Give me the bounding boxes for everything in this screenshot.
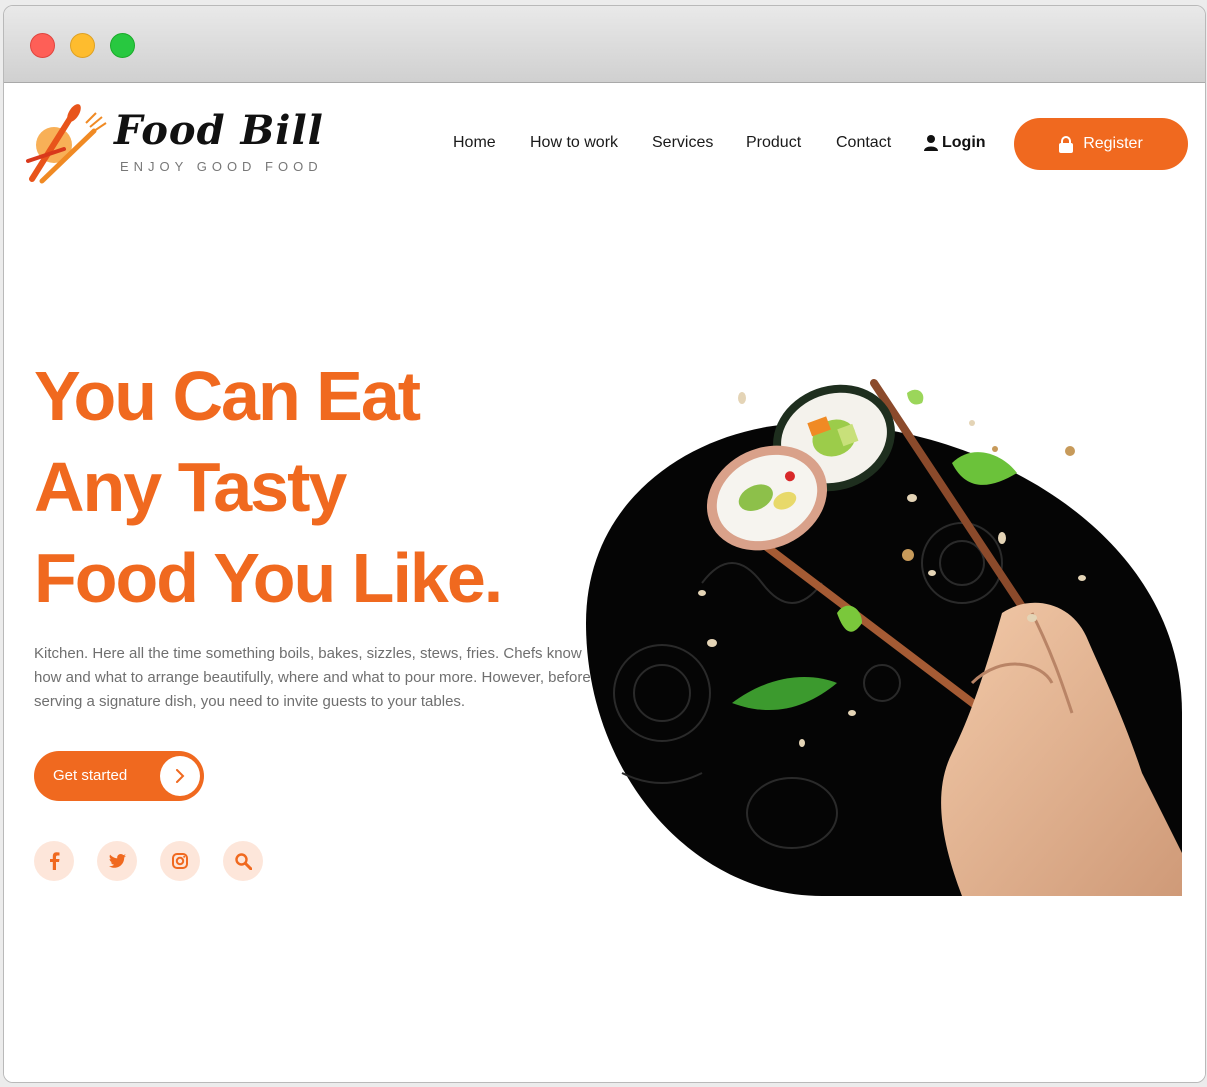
chevron-right-icon (160, 756, 200, 796)
login-label: Login (942, 134, 986, 151)
facebook-icon (50, 852, 60, 870)
search-button[interactable] (223, 841, 263, 881)
hero-heading-line-3: Food You Like. (34, 539, 503, 617)
register-label: Register (1083, 135, 1143, 152)
nav-home[interactable]: Home (453, 134, 496, 152)
browser-window: Food Bill ENJOY GOOD FOOD Home How to wo… (3, 5, 1206, 1083)
brand-tagline: ENJOY GOOD FOOD (120, 159, 323, 174)
nav-contact[interactable]: Contact (836, 134, 891, 152)
cutlery-logo-icon (26, 104, 107, 184)
brand-name: Food Bill (114, 107, 324, 154)
instagram-button[interactable] (160, 841, 200, 881)
get-started-button[interactable]: Get started (34, 751, 204, 801)
nav-services[interactable]: Services (652, 134, 713, 152)
minimize-window-button[interactable] (70, 33, 95, 58)
search-icon (234, 852, 252, 870)
close-window-button[interactable] (30, 33, 55, 58)
nav-how-to-work[interactable]: How to work (530, 134, 618, 152)
facebook-button[interactable] (34, 841, 74, 881)
twitter-icon (108, 854, 126, 868)
get-started-label: Get started (53, 767, 128, 784)
sushi-chopsticks-hero-image (586, 379, 1182, 896)
window-titlebar (4, 6, 1205, 83)
instagram-icon (172, 853, 188, 869)
lock-icon (1059, 135, 1074, 153)
user-icon (924, 135, 938, 151)
hero-heading-line-1: You Can Eat (34, 357, 421, 435)
maximize-window-button[interactable] (110, 33, 135, 58)
landing-page: Food Bill ENJOY GOOD FOOD Home How to wo… (4, 83, 1205, 1082)
nav-product[interactable]: Product (746, 134, 801, 152)
register-button[interactable]: Register (1014, 118, 1188, 170)
hero-heading-line-2: Any Tasty (34, 448, 347, 526)
login-link[interactable]: Login (924, 134, 986, 152)
twitter-button[interactable] (97, 841, 137, 881)
logo[interactable]: Food Bill ENJOY GOOD FOOD (24, 101, 323, 185)
hero-description: Kitchen. Here all the time something boi… (34, 645, 591, 710)
